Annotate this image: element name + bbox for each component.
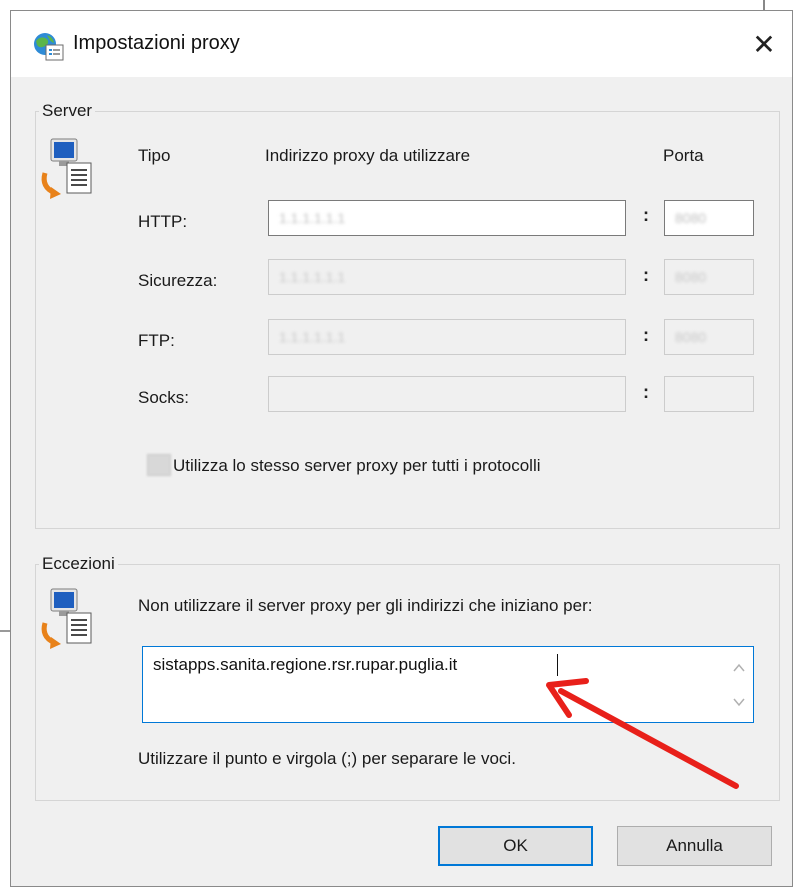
computer-document-icon	[41, 138, 92, 199]
ftp-label: FTP:	[138, 331, 175, 350]
background-strip	[0, 0, 795, 10]
socks-label: Socks:	[138, 388, 190, 407]
ok-button[interactable]: OK	[438, 826, 593, 866]
ftp-port-value: 8080	[675, 329, 707, 345]
ftp-address-value: 1.1.1.1.1.1	[279, 329, 346, 345]
socks-address-input[interactable]	[268, 376, 626, 412]
globe-settings-icon	[34, 33, 64, 61]
security-port-input[interactable]: 8080	[664, 259, 754, 295]
column-header-type: Tipo	[138, 146, 171, 165]
column-header-port: Porta	[663, 146, 704, 165]
http-address-value: 1.1.1.1.1.1	[279, 210, 346, 226]
security-address-value: 1.1.1.1.1.1	[279, 269, 346, 285]
security-port-value: 8080	[675, 269, 707, 285]
dialog-title: Impostazioni proxy	[73, 32, 240, 54]
close-icon: ✕	[752, 28, 776, 60]
server-group-legend: Server	[42, 101, 93, 120]
http-address-input[interactable]: 1.1.1.1.1.1	[268, 200, 626, 236]
close-button[interactable]: ✕	[736, 11, 792, 77]
title-bar: Impostazioni proxy ✕	[11, 11, 792, 77]
http-port-input[interactable]: 8080	[664, 200, 754, 236]
same-proxy-checkbox[interactable]	[147, 454, 171, 476]
security-label: Sicurezza:	[138, 271, 218, 290]
exceptions-value: sistapps.sanita.regione.rsr.rupar.puglia…	[153, 655, 458, 674]
ftp-colon: :	[643, 325, 649, 345]
red-arrow-icon	[546, 678, 739, 789]
security-colon: :	[643, 265, 649, 285]
http-colon: :	[643, 205, 649, 225]
socks-port-input[interactable]	[664, 376, 754, 412]
socks-colon: :	[643, 382, 649, 402]
background-divider	[0, 630, 10, 632]
exceptions-description: Non utilizzare il server proxy per gli i…	[138, 596, 593, 615]
background-divider	[763, 0, 765, 10]
column-header-address: Indirizzo proxy da utilizzare	[265, 146, 471, 165]
same-proxy-label[interactable]: Utilizza lo stesso server proxy per tutt…	[173, 456, 541, 476]
exceptions-hint: Utilizzare il punto e virgola (;) per se…	[138, 749, 516, 768]
security-address-input[interactable]: 1.1.1.1.1.1	[268, 259, 626, 295]
cancel-button[interactable]: Annulla	[617, 826, 772, 866]
http-label: HTTP:	[138, 212, 188, 231]
ftp-port-input[interactable]: 8080	[664, 319, 754, 355]
ftp-address-input[interactable]: 1.1.1.1.1.1	[268, 319, 626, 355]
proxy-settings-dialog: Impostazioni proxy ✕ Server Tipo Indiriz…	[10, 10, 793, 887]
http-port-value: 8080	[675, 210, 707, 226]
computer-document-icon	[41, 588, 92, 649]
exceptions-group-legend: Eccezioni	[42, 554, 115, 573]
